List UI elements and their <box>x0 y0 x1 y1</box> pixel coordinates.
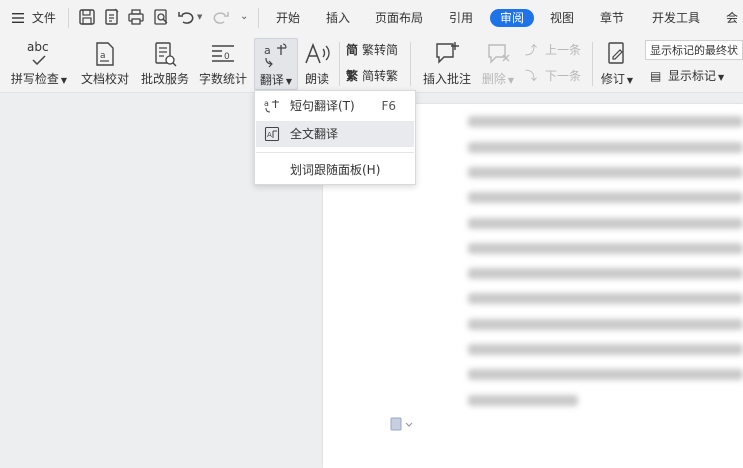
word-count-label: 字数统计 <box>198 72 247 86</box>
svg-text:A: A <box>267 131 272 139</box>
previous-comment-button[interactable]: ⤴ 上一条 <box>525 40 581 60</box>
markup-display-select[interactable]: 显示标记的最终状 <box>645 40 743 60</box>
revision-service-button[interactable]: 批改服务 <box>138 36 192 90</box>
delete-comment-icon <box>488 44 510 64</box>
undo-dropdown-icon[interactable]: ▼ <box>197 13 202 21</box>
translate-icon: a <box>264 99 279 113</box>
divider <box>258 8 259 28</box>
blurred-text-line <box>468 369 743 380</box>
svg-text:a: a <box>264 44 271 57</box>
blurred-text-line <box>468 319 743 330</box>
show-markup-icon: ▤ <box>650 69 662 83</box>
blurred-text-line <box>468 293 743 304</box>
blurred-text-line <box>468 268 743 279</box>
read-aloud-button[interactable]: 朗读 <box>300 36 334 90</box>
menu-bar: 文件 ▼ ⌄ 开始 插入 页面布局 引用 审阅 视图 章节 开发工具 会 <box>0 0 743 36</box>
next-comment-button[interactable]: ⤵ 下一条 <box>525 66 581 86</box>
blurred-text-line <box>468 167 743 178</box>
document-translate-icon: A <box>264 126 280 142</box>
divider <box>410 42 411 86</box>
blurred-text-line <box>468 218 743 229</box>
save-icon[interactable] <box>78 8 96 26</box>
tab-insert[interactable]: 插入 <box>322 9 354 27</box>
tab-references[interactable]: 引用 <box>445 9 477 27</box>
blurred-text-line <box>468 344 743 355</box>
translate-label: 翻译 <box>259 73 284 87</box>
file-menu[interactable]: 文件 <box>12 9 56 27</box>
print-preview-icon[interactable] <box>152 8 170 26</box>
file-menu-label: 文件 <box>31 11 56 25</box>
traditional-to-simplified-button[interactable]: 简繁转简 <box>346 40 398 60</box>
export-pdf-icon[interactable] <box>103 8 121 26</box>
tab-member[interactable]: 会 <box>722 9 742 27</box>
divider <box>68 8 69 28</box>
redo-icon[interactable] <box>212 8 230 26</box>
menu-divider <box>256 152 414 153</box>
customize-toolbar-icon[interactable]: ⌄ <box>240 11 248 22</box>
document-proofread-icon: a <box>96 42 114 66</box>
divider <box>339 42 340 86</box>
next-icon: ⤵ <box>525 69 538 83</box>
show-markup-button[interactable]: ▤ 显示标记 ▼ <box>650 66 724 86</box>
undo-icon[interactable] <box>177 8 195 26</box>
translate-dropdown-menu: a 短句翻译(T) F6 A 全文翻译 划词跟随面板(H) <box>254 90 416 185</box>
paste-options-icon[interactable] <box>390 416 414 432</box>
translate-icon: a <box>264 43 287 68</box>
delete-comment-label: 删除 <box>481 72 506 86</box>
track-changes-button[interactable]: 修订 ▼ <box>598 36 636 90</box>
insert-comment-button[interactable]: 插入批注 <box>418 36 476 90</box>
divider <box>592 42 593 86</box>
tab-chapter[interactable]: 章节 <box>596 9 628 27</box>
tab-home[interactable]: 开始 <box>272 9 304 27</box>
previous-icon: ⤴ <box>525 43 538 57</box>
tab-developer[interactable]: 开发工具 <box>650 9 702 27</box>
delete-comment-button[interactable]: 删除 ▼ <box>478 36 518 90</box>
track-changes-icon <box>608 42 624 64</box>
ribbon: abc 拼写检查 ▼ a 文档校对 批改服务 0 字数统计 a 翻译 ▼ 朗读 简繁… <box>0 36 743 93</box>
menu-item-full-text-translate[interactable]: A 全文翻译 <box>256 121 414 147</box>
tab-page-layout[interactable]: 页面布局 <box>373 9 425 27</box>
revision-service-label: 批改服务 <box>140 72 189 86</box>
blurred-text-line <box>468 192 743 203</box>
menu-item-word-follow-panel[interactable]: 划词跟随面板(H) <box>256 157 414 183</box>
read-aloud-icon <box>305 42 330 64</box>
spell-check-icon: abc <box>26 40 52 68</box>
insert-comment-icon <box>436 42 459 64</box>
hamburger-icon <box>12 10 24 28</box>
spell-check-button[interactable]: abc 拼写检查 ▼ <box>8 36 70 90</box>
menu-item-sentence-translate[interactable]: a 短句翻译(T) F6 <box>256 93 414 119</box>
tab-review[interactable]: 审阅 <box>490 9 534 27</box>
spell-check-label: 拼写检查 <box>10 72 59 86</box>
document-proofread-button[interactable]: a 文档校对 <box>78 36 132 90</box>
blurred-text-line <box>468 395 578 406</box>
simplified-to-traditional-button[interactable]: 繁简转繁 <box>346 66 398 86</box>
track-changes-label: 修订 <box>600 72 625 86</box>
svg-text:a: a <box>100 51 106 61</box>
blurred-text-line <box>468 243 743 254</box>
svg-text:0: 0 <box>224 52 230 62</box>
blurred-text-line <box>468 116 743 127</box>
translate-button[interactable]: a 翻译 ▼ <box>254 38 298 90</box>
svg-text:a: a <box>264 99 269 108</box>
insert-comment-label: 插入批注 <box>422 72 471 86</box>
print-icon[interactable] <box>127 8 145 26</box>
revision-service-icon <box>155 42 177 67</box>
document-proofread-label: 文档校对 <box>80 72 129 86</box>
simp-trad-icon: 繁 <box>346 69 359 83</box>
read-aloud-label: 朗读 <box>304 72 329 86</box>
word-count-icon: 0 <box>212 45 234 62</box>
blurred-text-line <box>468 142 743 153</box>
word-count-button[interactable]: 0 字数统计 <box>196 36 250 90</box>
tab-view[interactable]: 视图 <box>546 9 578 27</box>
trad-simp-icon: 简 <box>346 43 359 57</box>
